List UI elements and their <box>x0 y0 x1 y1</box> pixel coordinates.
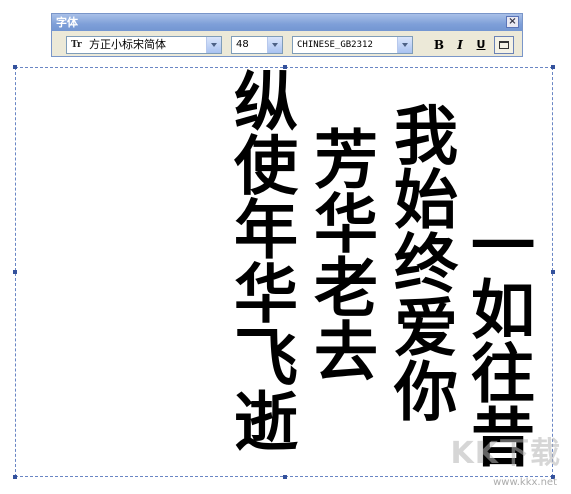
toolbar-title: 字体 <box>56 16 78 29</box>
close-button[interactable]: × <box>506 16 519 28</box>
text-column-4[interactable]: 纵使年华飞逝 <box>223 68 298 452</box>
resize-handle-left[interactable] <box>13 270 17 274</box>
resize-handle-bottom-left[interactable] <box>13 475 17 479</box>
text-column-2[interactable]: 我始终爱你 <box>383 102 458 422</box>
italic-button[interactable]: I <box>451 36 469 54</box>
chevron-down-icon[interactable] <box>397 37 412 53</box>
watermark-url: www.kkx.net <box>493 477 557 488</box>
resize-handle-top-right[interactable] <box>551 65 555 69</box>
text-column-3[interactable]: 芳华老去 <box>303 126 378 382</box>
font-name-value: 方正小标宋简体 <box>89 38 166 51</box>
bold-button[interactable]: B <box>430 36 448 54</box>
charset-select[interactable]: CHINESE_GB2312 <box>292 36 413 54</box>
resize-handle-bottom[interactable] <box>283 475 287 479</box>
font-name-select[interactable]: Tr 方正小标宋简体 <box>66 36 222 54</box>
chevron-down-icon[interactable] <box>267 37 282 53</box>
chevron-down-icon[interactable] <box>206 37 221 53</box>
font-size-select[interactable]: 48 <box>231 36 283 54</box>
toolbar-row: Tr 方正小标宋简体 48 CHINESE_GB2312 B I U <box>57 35 517 55</box>
close-icon: × <box>508 16 517 27</box>
charset-value: CHINESE_GB2312 <box>297 40 373 50</box>
vertical-text-button[interactable] <box>494 36 514 54</box>
watermark-logo: KK下载 <box>450 436 561 471</box>
resize-handle-right[interactable] <box>551 270 555 274</box>
font-size-value: 48 <box>236 39 249 50</box>
vertical-text-icon <box>499 41 509 49</box>
underline-button[interactable]: U <box>472 36 490 54</box>
truetype-font-icon: Tr <box>71 40 82 50</box>
resize-handle-top-left[interactable] <box>13 65 17 69</box>
toolbar-titlebar[interactable]: 字体 × <box>52 14 522 31</box>
font-toolbar-window: 字体 × Tr 方正小标宋简体 48 CHINESE_GB2312 B I U <box>51 13 523 57</box>
